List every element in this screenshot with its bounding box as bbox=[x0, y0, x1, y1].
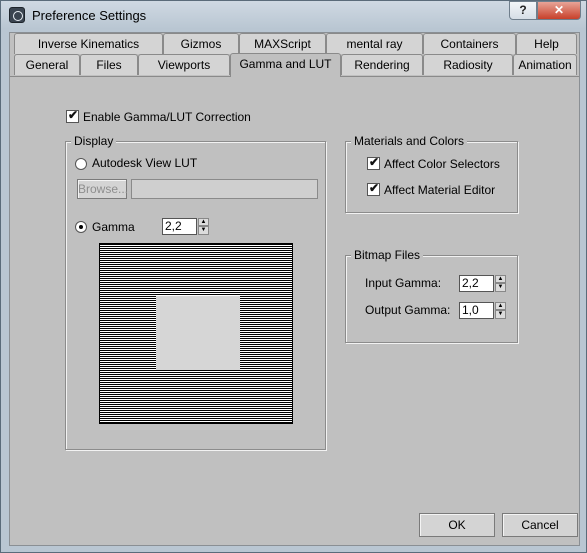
app-icon bbox=[9, 7, 25, 23]
affect-material-editor-checkbox[interactable]: ✔ bbox=[367, 181, 380, 196]
close-button[interactable]: ✕ bbox=[537, 1, 581, 20]
bitmap-files-group: Bitmap Files Input Gamma: 2,2 ▲ ▼ Output… bbox=[345, 248, 518, 343]
gamma-spinner-arrows[interactable]: ▲ ▼ bbox=[198, 218, 209, 235]
materials-colors-group: Materials and Colors ✔ Affect Color Sele… bbox=[345, 134, 518, 213]
dialog-client: Inverse Kinematics Gizmos MAXScript ment… bbox=[9, 32, 580, 546]
tab-viewports[interactable]: Viewports bbox=[138, 54, 230, 75]
materials-colors-legend: Materials and Colors bbox=[351, 134, 468, 148]
tab-help[interactable]: Help bbox=[516, 33, 577, 54]
gamma-value[interactable]: 2,2 bbox=[162, 218, 197, 235]
affect-color-selectors-checkbox[interactable]: ✔ bbox=[367, 155, 380, 170]
gamma-radio[interactable] bbox=[75, 221, 87, 233]
output-gamma-value[interactable]: 1,0 bbox=[459, 302, 494, 319]
lut-path-field[interactable] bbox=[131, 179, 318, 199]
tab-rendering[interactable]: Rendering bbox=[341, 54, 423, 75]
spin-down-icon[interactable]: ▼ bbox=[198, 226, 209, 235]
check-icon: ✔ bbox=[369, 181, 380, 195]
help-button[interactable]: ? bbox=[509, 1, 537, 20]
affect-material-editor-label: Affect Material Editor bbox=[384, 183, 496, 197]
gamma-lut-panel: ✔ Enable Gamma/LUT Correction Display Au… bbox=[10, 77, 579, 545]
ok-button[interactable]: OK bbox=[419, 513, 495, 537]
gamma-test-pattern bbox=[99, 243, 293, 424]
input-gamma-label: Input Gamma: bbox=[365, 276, 442, 290]
bitmap-files-legend: Bitmap Files bbox=[351, 248, 424, 262]
check-icon: ✔ bbox=[369, 155, 380, 169]
display-legend: Display bbox=[71, 134, 117, 148]
cancel-button[interactable]: Cancel bbox=[502, 513, 578, 537]
input-gamma-spinner-arrows[interactable]: ▲ ▼ bbox=[495, 275, 506, 292]
title-bar[interactable]: Preference Settings ? ✕ bbox=[1, 1, 586, 29]
output-gamma-label: Output Gamma: bbox=[365, 303, 451, 317]
tab-general[interactable]: General bbox=[14, 54, 80, 75]
spin-down-icon[interactable]: ▼ bbox=[495, 310, 506, 319]
enable-gamma-label: Enable Gamma/LUT Correction bbox=[83, 110, 251, 124]
check-icon: ✔ bbox=[68, 108, 79, 122]
tab-gizmos[interactable]: Gizmos bbox=[163, 33, 239, 54]
spin-down-icon[interactable]: ▼ bbox=[495, 283, 506, 292]
tab-maxscript[interactable]: MAXScript bbox=[239, 33, 326, 54]
input-gamma-value[interactable]: 2,2 bbox=[459, 275, 494, 292]
tab-inverse-kinematics[interactable]: Inverse Kinematics bbox=[14, 33, 163, 54]
window-title: Preference Settings bbox=[32, 8, 147, 23]
spin-up-icon[interactable]: ▲ bbox=[198, 218, 209, 226]
tab-radiosity[interactable]: Radiosity bbox=[423, 54, 513, 75]
tab-animation[interactable]: Animation bbox=[513, 54, 577, 75]
gamma-test-pattern-center bbox=[156, 296, 240, 370]
preference-settings-window: Preference Settings ? ✕ Inverse Kinemati… bbox=[0, 0, 587, 553]
tab-gamma-and-lut[interactable]: Gamma and LUT bbox=[230, 53, 341, 77]
spin-up-icon[interactable]: ▲ bbox=[495, 302, 506, 310]
tab-mental-ray[interactable]: mental ray bbox=[326, 33, 423, 54]
autodesk-view-lut-radio[interactable] bbox=[75, 158, 87, 170]
tab-files[interactable]: Files bbox=[80, 54, 138, 75]
display-group: Display Autodesk View LUT Browse... Gamm… bbox=[65, 134, 326, 450]
autodesk-view-lut-label: Autodesk View LUT bbox=[92, 156, 198, 170]
spin-up-icon[interactable]: ▲ bbox=[495, 275, 506, 283]
enable-gamma-checkbox[interactable]: ✔ bbox=[66, 108, 79, 123]
output-gamma-spinner-arrows[interactable]: ▲ ▼ bbox=[495, 302, 506, 319]
browse-button[interactable]: Browse... bbox=[77, 179, 128, 199]
affect-color-selectors-label: Affect Color Selectors bbox=[384, 157, 500, 171]
gamma-label: Gamma bbox=[92, 220, 135, 234]
tab-containers[interactable]: Containers bbox=[423, 33, 516, 54]
